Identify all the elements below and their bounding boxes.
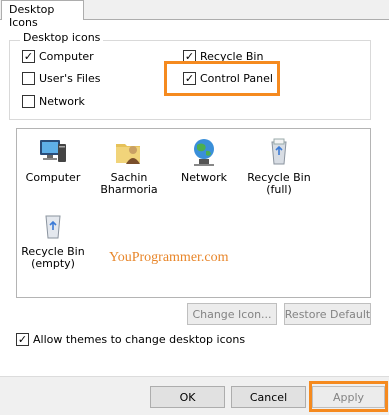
- checkbox-computer[interactable]: ✓ Computer: [22, 50, 94, 63]
- icon-item-recycle-bin-full[interactable]: Recycle Bin (full): [240, 136, 318, 196]
- checkbox-users-files-label: User's Files: [39, 72, 101, 85]
- checkbox-allow-themes-label: Allow themes to change desktop icons: [33, 333, 246, 346]
- cancel-button[interactable]: Cancel: [231, 386, 306, 408]
- icon-item-user-folder[interactable]: Sachin Bharmoria: [90, 136, 168, 196]
- checkbox-computer-label: Computer: [39, 50, 94, 63]
- computer-icon: [40, 140, 66, 162]
- icon-item-recycle-bin-full-label: Recycle Bin (full): [247, 171, 311, 196]
- watermark-text: YouProgrammer.com: [109, 250, 229, 265]
- icon-item-computer-label: Computer: [25, 171, 81, 184]
- group-label: Desktop icons: [20, 31, 104, 44]
- checkbox-network-box[interactable]: [22, 95, 35, 108]
- checkbox-network[interactable]: Network: [22, 95, 85, 108]
- checkbox-computer-box[interactable]: ✓: [22, 50, 35, 63]
- tab-desktop-icons[interactable]: Desktop Icons: [1, 0, 84, 29]
- icon-item-recycle-bin-empty-label: Recycle Bin (empty): [21, 245, 85, 270]
- checkbox-network-label: Network: [39, 95, 85, 108]
- user-folder-icon: [116, 144, 140, 164]
- checkbox-users-files-box[interactable]: [22, 72, 35, 85]
- icon-item-recycle-bin-empty[interactable]: Recycle Bin (empty): [14, 210, 92, 270]
- network-icon: [194, 139, 214, 166]
- checkbox-users-files[interactable]: User's Files: [22, 72, 100, 85]
- icon-item-network-label: Network: [181, 171, 227, 184]
- icon-item-user-folder-label: Sachin Bharmoria: [100, 171, 158, 196]
- control-panel-highlight: [164, 61, 280, 96]
- ok-button[interactable]: OK: [150, 386, 225, 408]
- recycle-bin-full-icon: [271, 138, 287, 165]
- checkbox-allow-themes[interactable]: ✓ Allow themes to change desktop icons: [16, 333, 245, 346]
- recycle-bin-empty-icon: [45, 215, 61, 239]
- apply-highlight: [309, 381, 388, 412]
- restore-default-button[interactable]: Restore Default: [284, 303, 371, 325]
- checkbox-allow-themes-box[interactable]: ✓: [16, 333, 29, 346]
- icon-item-network[interactable]: Network: [165, 136, 243, 184]
- icon-item-computer[interactable]: Computer: [14, 136, 92, 184]
- change-icon-button[interactable]: Change Icon...: [187, 303, 277, 325]
